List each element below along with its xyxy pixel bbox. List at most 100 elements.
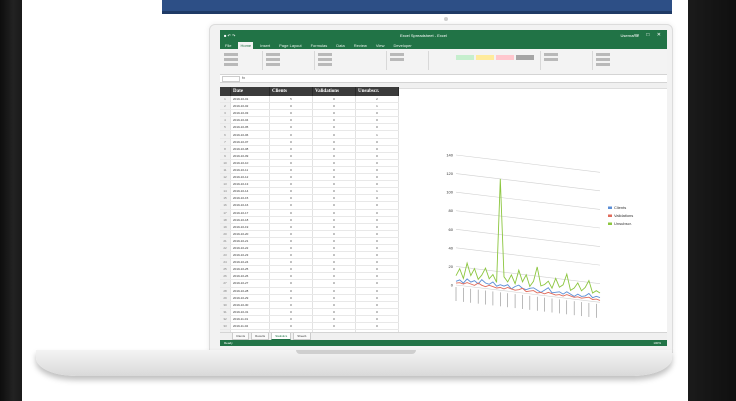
column-header[interactable]: Unsubscr. <box>355 87 399 96</box>
table-cell[interactable]: 0 <box>269 216 313 224</box>
table-row[interactable]: 13 2019-10-13 0 0 0 <box>220 180 399 189</box>
table-cell[interactable]: 2019-10-14 <box>230 187 270 196</box>
table-cell[interactable]: 0 <box>355 216 399 224</box>
table-cell[interactable]: 0 <box>355 116 399 125</box>
table-row[interactable]: 20 2019-10-20 0 0 0 <box>220 230 399 238</box>
alignment-group[interactable] <box>316 51 387 70</box>
table-cell[interactable]: 0 <box>312 152 356 160</box>
table-row[interactable]: 23 2019-10-23 0 0 0 <box>220 251 399 260</box>
table-row[interactable]: 31 2019-10-31 0 0 0 <box>220 308 399 316</box>
table-cell[interactable]: 0 <box>269 159 313 167</box>
table-cell[interactable]: 2019-10-09 <box>230 152 270 160</box>
table-cell[interactable]: 0 <box>312 265 356 274</box>
table-cell[interactable]: 2019-10-28 <box>230 287 270 295</box>
table-cell[interactable]: 0 <box>312 230 356 238</box>
table-cell[interactable]: 0 <box>312 109 356 118</box>
table-cell[interactable]: 0 <box>312 209 356 217</box>
sheet-tab-statistics[interactable]: Statistics <box>271 333 292 340</box>
table-cell[interactable]: 0 <box>269 251 313 260</box>
table-cell[interactable]: 2019-10-06 <box>230 130 270 139</box>
table-cell[interactable]: 0 <box>269 237 313 245</box>
table-cell[interactable]: 0 <box>312 272 356 281</box>
worksheet[interactable]: Date Clients Validations Unsubscr. 1 2019-10… <box>220 87 667 345</box>
table-cell[interactable]: 0 <box>355 194 399 203</box>
table-cell[interactable]: 0 <box>355 315 399 324</box>
table-cell[interactable]: 0 <box>269 209 313 217</box>
ribbon-tab-insert[interactable]: Insert <box>258 42 272 49</box>
table-cell[interactable]: 0 <box>355 201 399 210</box>
table-cell[interactable]: 0 <box>312 223 356 231</box>
table-cell[interactable]: 0 <box>269 230 313 238</box>
table-cell[interactable]: 2019-10-04 <box>230 116 270 125</box>
table-cell[interactable]: 0 <box>269 287 313 295</box>
table-cell[interactable]: 0 <box>269 116 313 125</box>
table-row[interactable]: 5 2019-10-05 0 0 0 <box>220 123 399 132</box>
table-cell[interactable]: 2019-10-30 <box>230 301 270 309</box>
table-row[interactable]: 27 2019-10-27 0 0 0 <box>220 279 399 288</box>
table-cell[interactable]: 2019-10-24 <box>230 258 270 267</box>
cells-group[interactable] <box>542 51 593 70</box>
table-cell[interactable]: 0 <box>269 301 313 309</box>
table-cell[interactable]: 2019-10-21 <box>230 237 270 245</box>
table-cell[interactable]: 0 <box>269 258 313 267</box>
table-row[interactable]: 19 2019-10-19 0 0 0 <box>220 223 399 231</box>
font-group[interactable] <box>264 51 315 70</box>
table-cell[interactable]: 0 <box>355 223 399 231</box>
sheet-tab-clients[interactable]: Clients <box>232 333 250 340</box>
table-cell[interactable]: 0 <box>355 265 399 274</box>
table-cell[interactable]: 0 <box>312 180 356 189</box>
ribbon-tab-formulas[interactable]: Formulas <box>309 42 330 49</box>
table-row[interactable]: 3 2019-10-03 0 0 0 <box>220 109 399 118</box>
table-cell[interactable]: 0 <box>312 301 356 309</box>
table-cell[interactable]: 0 <box>269 244 313 253</box>
table-cell[interactable]: 2019-10-01 <box>230 96 270 104</box>
table-cell[interactable]: 0 <box>269 279 313 288</box>
ribbon-tab-home[interactable]: Home <box>238 42 254 49</box>
table-cell[interactable]: 0 <box>269 223 313 231</box>
table-cell[interactable]: 0 <box>269 109 313 118</box>
table-cell[interactable]: 0 <box>312 96 356 104</box>
table-cell[interactable]: 0 <box>269 194 313 203</box>
table-cell[interactable]: 0 <box>269 166 313 175</box>
table-cell[interactable]: 2019-11-02 <box>230 322 270 331</box>
table-cell[interactable]: 0 <box>312 287 356 295</box>
table-cell[interactable]: 0 <box>312 216 356 224</box>
table-cell[interactable]: 0 <box>312 244 356 253</box>
table-cell[interactable]: 0 <box>355 123 399 132</box>
table-cell[interactable]: 0 <box>269 130 313 139</box>
table-row[interactable]: 28 2019-10-28 0 0 0 <box>220 287 399 295</box>
table-cell[interactable]: 2019-10-20 <box>230 230 270 238</box>
table-cell[interactable]: 2019-10-23 <box>230 251 270 260</box>
table-cell[interactable]: 0 <box>355 272 399 281</box>
table-row[interactable]: 14 2019-10-14 0 0 1 <box>220 187 399 196</box>
table-row[interactable]: 7 2019-10-07 0 0 0 <box>220 138 399 146</box>
table-cell[interactable]: 2019-10-17 <box>230 209 270 217</box>
table-cell[interactable]: 0 <box>355 230 399 238</box>
table-row[interactable]: 2 2019-10-02 0 0 1 <box>220 102 399 111</box>
table-cell[interactable]: 0 <box>312 258 356 267</box>
table-row[interactable]: 15 2019-10-15 0 0 0 <box>220 194 399 203</box>
table-cell[interactable]: 0 <box>269 102 313 111</box>
sheet-tab-sheet1[interactable]: Sheet1 <box>293 333 311 340</box>
table-cell[interactable]: 0 <box>269 322 313 331</box>
table-cell[interactable]: 0 <box>312 194 356 203</box>
table-cell[interactable]: 0 <box>312 166 356 175</box>
table-cell[interactable]: 2019-10-29 <box>230 294 270 302</box>
ribbon-tab-review[interactable]: Review <box>352 42 369 49</box>
table-cell[interactable]: 0 <box>312 315 356 324</box>
ribbon-tab-developer[interactable]: Developer <box>391 42 413 49</box>
table-cell[interactable]: 0 <box>355 166 399 175</box>
series-line-unsubscr[interactable] <box>455 178 601 294</box>
name-box[interactable] <box>222 76 240 82</box>
series-line-validations[interactable] <box>455 282 601 301</box>
table-cell[interactable]: 0 <box>312 237 356 245</box>
table-cell[interactable]: 2019-10-26 <box>230 272 270 281</box>
table-cell[interactable]: 1 <box>355 102 399 111</box>
table-cell[interactable]: 0 <box>269 152 313 160</box>
bad-style[interactable] <box>496 55 514 60</box>
ribbon-tab-data[interactable]: Data <box>334 42 346 49</box>
table-row[interactable]: 16 2019-10-16 0 0 0 <box>220 201 399 210</box>
table-cell[interactable]: 0 <box>269 315 313 324</box>
table-cell[interactable]: 0 <box>355 138 399 146</box>
table-cell[interactable]: 2019-10-18 <box>230 216 270 224</box>
